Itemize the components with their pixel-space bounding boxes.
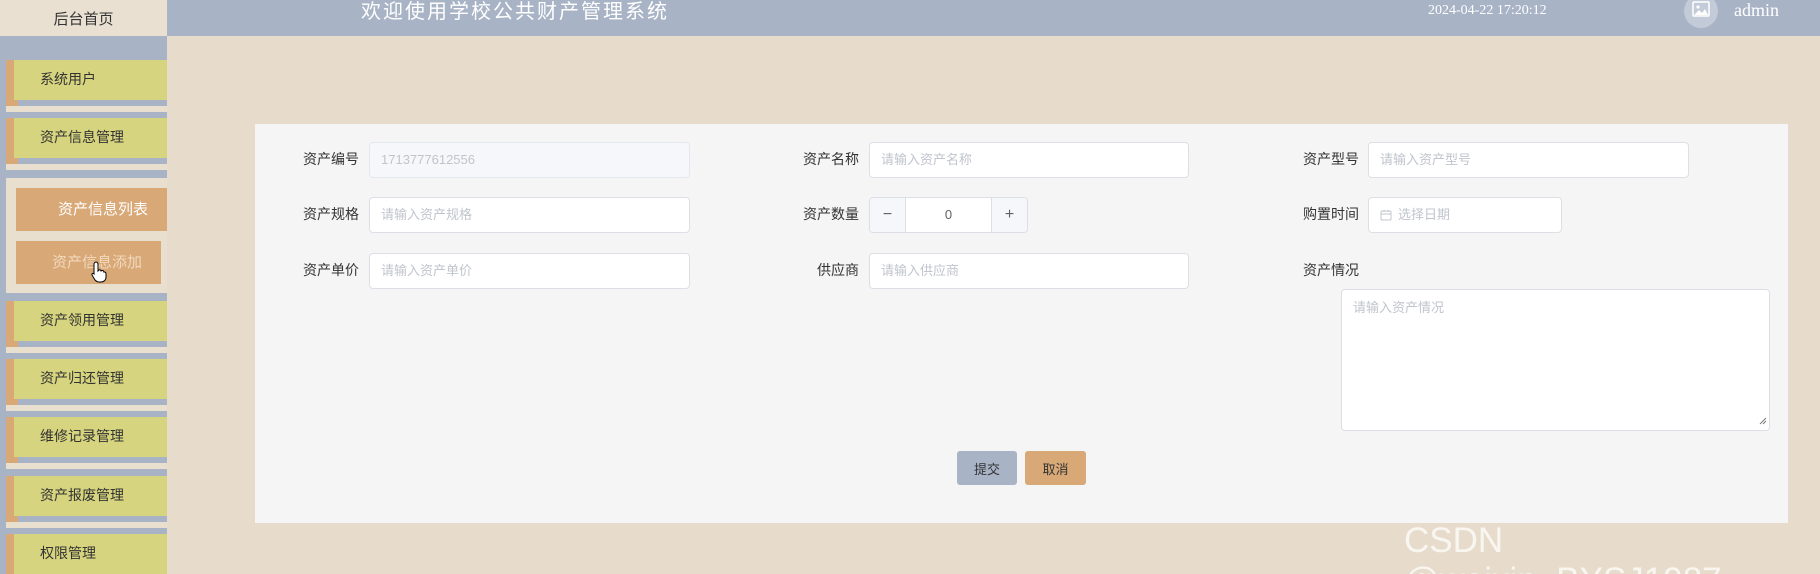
sidebar-item-repair-records[interactable]: 维修记录管理 (0, 417, 167, 469)
purchase-date-picker[interactable]: 选择日期 (1368, 197, 1562, 233)
purchase-date-placeholder: 选择日期 (1398, 207, 1451, 222)
asset-model-input[interactable]: 请输入资产型号 (1368, 142, 1689, 178)
sidebar-item-label: 资产报废管理 (40, 488, 124, 504)
top-bar: 后台首页 欢迎使用学校公共财产管理系统 2024-04-22 17:20:12 … (0, 0, 1820, 36)
asset-spec-label: 资产规格 (303, 207, 359, 223)
sidebar-item-label: 权限管理 (40, 546, 96, 562)
asset-model-label: 资产型号 (1303, 152, 1359, 168)
image-icon (1692, 0, 1710, 22)
sidebar-item-label: 系统用户 (40, 72, 96, 88)
sidebar-item-label: 资产归还管理 (40, 371, 124, 387)
condition-label: 资产情况 (1303, 263, 1359, 279)
purchase-time-label: 购置时间 (1303, 207, 1359, 223)
condition-textarea[interactable]: 请输入资产情况 (1341, 289, 1770, 431)
asset-name-input[interactable]: 请输入资产名称 (869, 142, 1189, 178)
datetime: 2024-04-22 17:20:12 (1428, 3, 1547, 18)
submenu-asset-info: 资产信息列表 资产信息添加 (6, 178, 167, 293)
submit-button[interactable]: 提交 (957, 451, 1017, 485)
asset-add-form: 资产编号 1713777612556 资产名称 请输入资产名称 资产型号 请输入… (255, 124, 1788, 523)
sidebar-item-label: 资产信息管理 (40, 130, 124, 146)
supplier-label: 供应商 (817, 263, 859, 279)
asset-qty-stepper[interactable]: − 0 + (869, 197, 1028, 233)
supplier-input[interactable]: 请输入供应商 (869, 253, 1189, 289)
asset-name-label: 资产名称 (803, 152, 859, 168)
unit-price-input[interactable]: 请输入资产单价 (369, 253, 690, 289)
decrement-button[interactable]: − (870, 198, 906, 232)
home-tab[interactable]: 后台首页 (0, 0, 167, 36)
cancel-button[interactable]: 取消 (1025, 451, 1086, 485)
submenu-item-asset-add[interactable]: 资产信息添加 (16, 241, 161, 284)
system-title: 欢迎使用学校公共财产管理系统 (361, 0, 669, 23)
submenu-item-asset-list[interactable]: 资产信息列表 (16, 188, 167, 231)
sidebar-item-permissions[interactable]: 权限管理 (0, 534, 167, 574)
mouse-cursor-icon (91, 261, 107, 287)
resize-handle-icon[interactable] (1759, 413, 1767, 428)
calendar-icon (1380, 209, 1392, 221)
sidebar-item-system-users[interactable]: 系统用户 (0, 60, 167, 112)
sidebar-item-label: 资产领用管理 (40, 313, 124, 329)
asset-no-label: 资产编号 (303, 152, 359, 168)
asset-qty-label: 资产数量 (803, 207, 859, 223)
unit-price-label: 资产单价 (303, 263, 359, 279)
username[interactable]: admin (1734, 0, 1779, 21)
asset-qty-value[interactable]: 0 (906, 198, 991, 232)
asset-spec-input[interactable]: 请输入资产规格 (369, 197, 690, 233)
asset-no-field: 1713777612556 (369, 142, 690, 178)
sidebar-item-asset-return[interactable]: 资产归还管理 (0, 359, 167, 411)
sidebar-item-asset-info[interactable]: 资产信息管理 (0, 118, 167, 170)
sidebar-item-label: 维修记录管理 (40, 429, 124, 445)
watermark: CSDN @weixin_BYSJ1987 (1404, 521, 1722, 574)
avatar[interactable] (1684, 0, 1718, 28)
increment-button[interactable]: + (991, 198, 1027, 232)
condition-placeholder: 请输入资产情况 (1353, 300, 1445, 315)
sidebar-item-asset-scrap[interactable]: 资产报废管理 (0, 476, 167, 528)
sidebar-item-asset-borrow[interactable]: 资产领用管理 (0, 301, 167, 353)
